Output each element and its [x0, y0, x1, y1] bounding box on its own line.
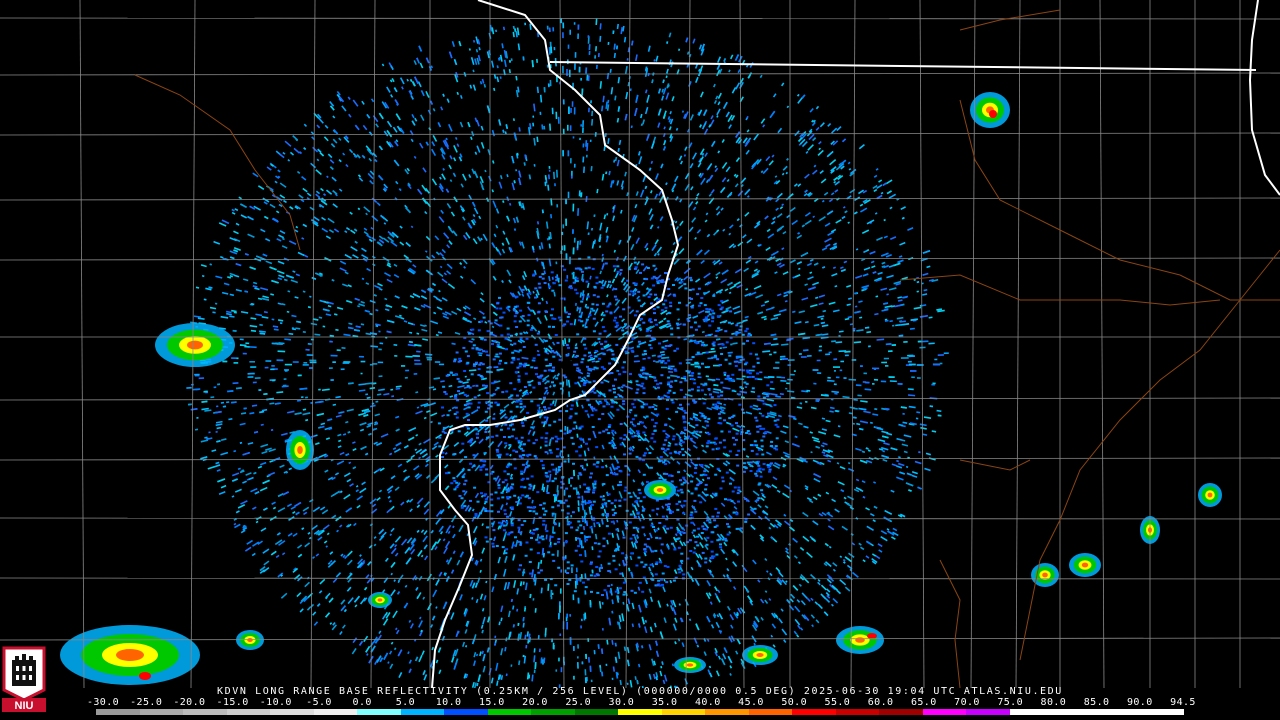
scale-label: 75.0: [997, 697, 1024, 708]
logo-text: NIU: [15, 700, 34, 712]
color-bar-segment: [1009, 709, 1054, 715]
color-bar-segment: [661, 709, 706, 715]
scale-label: 65.0: [910, 697, 937, 708]
reflectivity-scale-labels: -30.0 -25.0 -20.0 -15.0 -10.0 -5.0 0.0 5.0 10.0 1…: [87, 697, 1196, 709]
scale-label: -25.0: [130, 697, 163, 708]
radar-site-marker: [561, 359, 573, 371]
scale-label: 80.0: [1040, 697, 1067, 708]
scale-label: -30.0: [86, 697, 120, 708]
scale-label: 35.0: [651, 697, 678, 708]
color-bar-segment: [618, 709, 662, 715]
radar-map: [0, 0, 1280, 688]
scale-label: 10.0: [435, 697, 462, 708]
scale-label: -15.0: [216, 697, 249, 708]
scale-label: 0.0: [352, 697, 372, 708]
color-bar-segment: [96, 709, 140, 715]
scale-label: 25.0: [565, 697, 592, 708]
scale-label: 50.0: [781, 697, 808, 708]
scale-label: 20.0: [522, 697, 548, 708]
color-bar-segment: [574, 709, 619, 715]
scale-label: 30.0: [608, 697, 635, 708]
color-bar-segment: [705, 709, 749, 715]
color-bar-segment: [966, 709, 1010, 715]
color-bar-segment: [444, 709, 488, 715]
color-bar-segment: [1053, 709, 1097, 715]
color-bar-segment: [357, 709, 401, 715]
color-bar-segment: [313, 709, 358, 715]
color-bar-segment: [922, 709, 967, 715]
color-bar-segment: [748, 709, 793, 715]
scale-label: 60.0: [867, 697, 894, 708]
scale-label: 5.0: [395, 697, 416, 708]
color-bar-segment: [183, 709, 227, 715]
scale-label: -5.0: [306, 697, 332, 708]
color-bar-segment: [270, 709, 314, 715]
scale-label: 40.0: [694, 697, 721, 708]
scale-label: 94.5: [1170, 697, 1196, 708]
color-bar-segment: [531, 709, 575, 715]
scale-label: 45.0: [738, 697, 764, 708]
color-bar-segment: [835, 709, 880, 715]
scale-label: 90.0: [1126, 697, 1153, 708]
color-bar-segment: [792, 709, 836, 715]
reflectivity-color-bar: [96, 709, 1184, 715]
color-bar-segment: [400, 709, 445, 715]
color-bar-segment: [139, 709, 184, 715]
color-bar-segment: [487, 709, 532, 715]
color-bar-segment: [1140, 709, 1184, 715]
scale-label: 70.0: [954, 697, 980, 708]
scale-label: 15.0: [478, 697, 505, 708]
color-bar-segment: [226, 709, 271, 715]
color-bar-segment: [879, 709, 923, 715]
scale-label: 55.0: [824, 697, 851, 708]
scale-label: -20.0: [173, 697, 206, 708]
niu-logo: NIU: [2, 646, 46, 712]
scale-label: -10.0: [259, 697, 292, 708]
color-bar-segment: [1096, 709, 1141, 715]
scale-label: 85.0: [1083, 697, 1110, 708]
